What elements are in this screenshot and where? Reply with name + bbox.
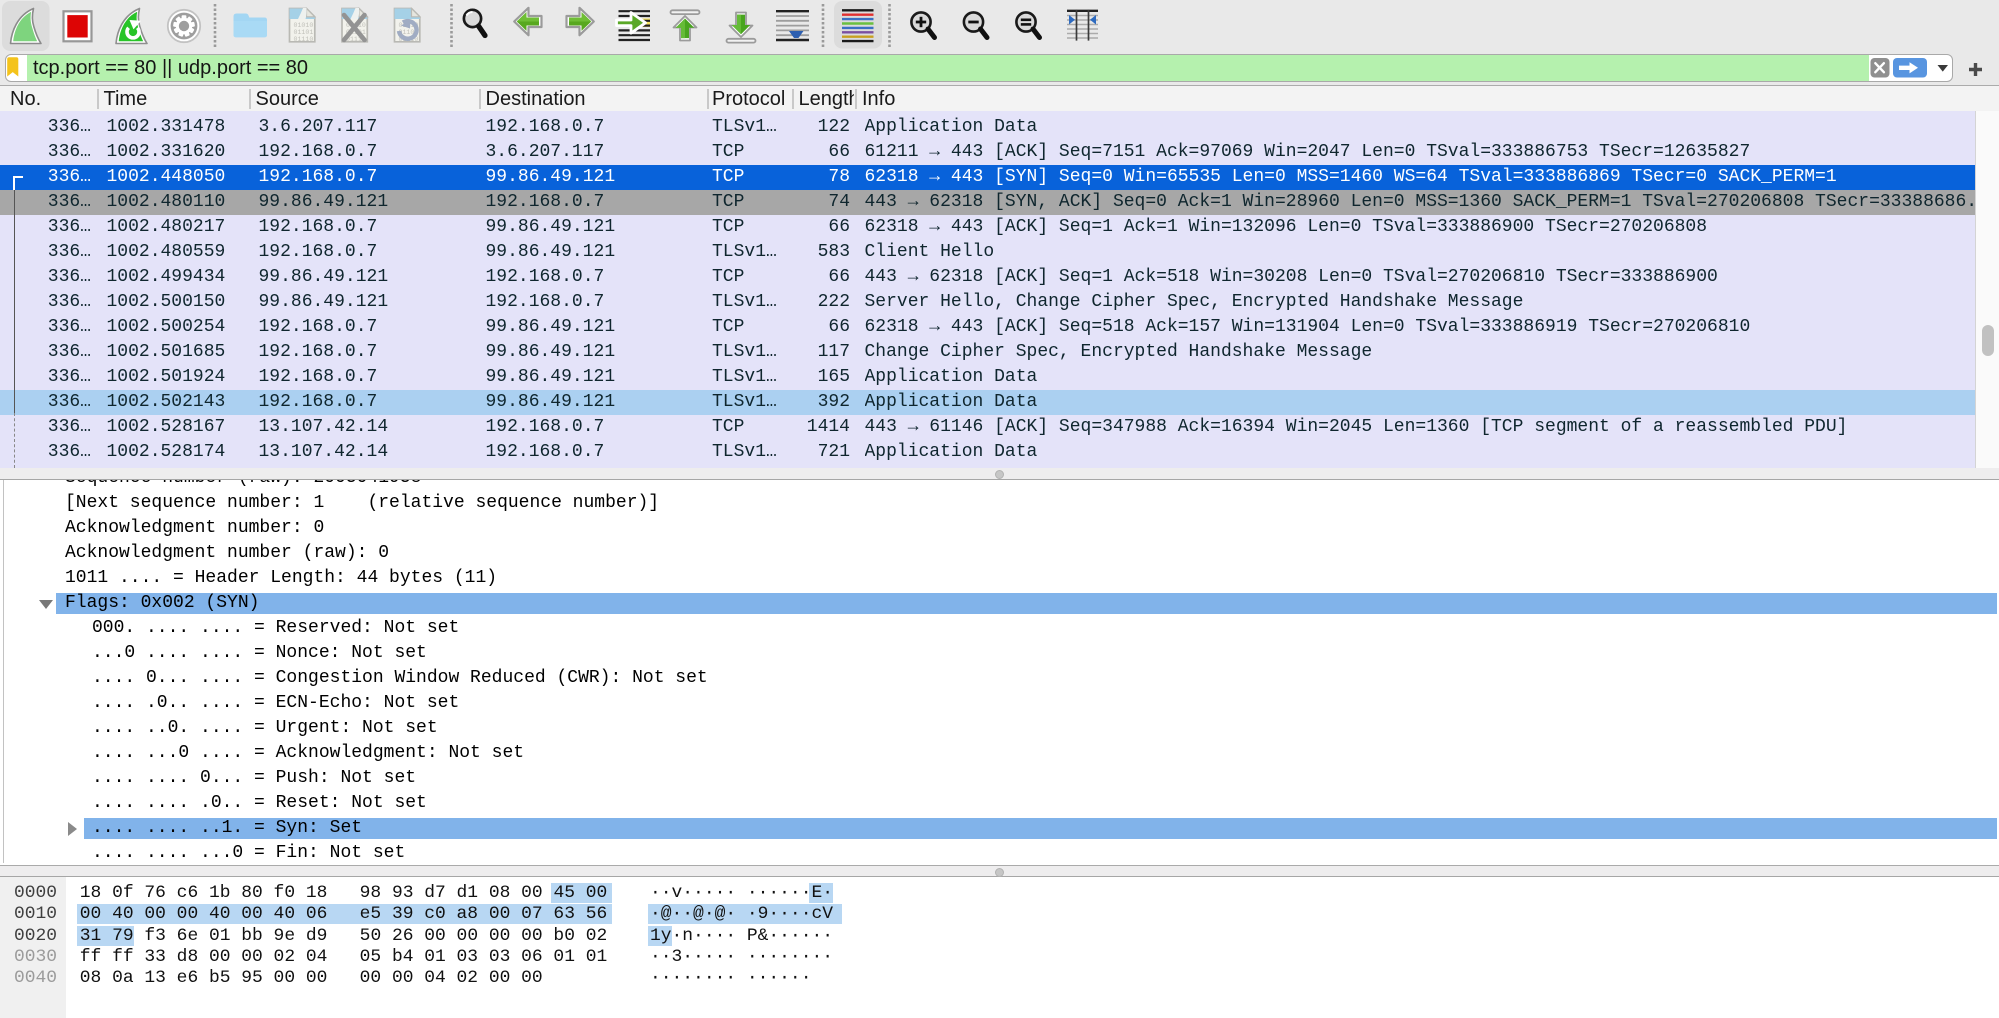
svg-text:01101: 01101 (294, 29, 314, 36)
svg-text:01010: 01010 (294, 22, 314, 29)
svg-text:01110: 01110 (294, 36, 314, 43)
